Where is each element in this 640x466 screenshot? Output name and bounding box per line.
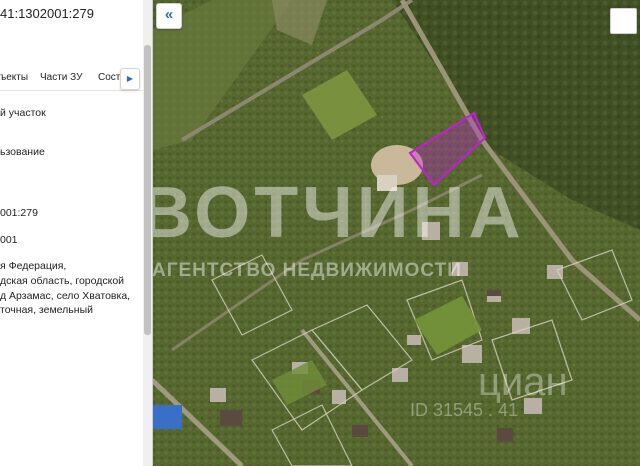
parcel-quarter: 001 <box>0 234 18 246</box>
map-control-button[interactable] <box>610 8 637 34</box>
watermark-agency-name: ВОТЧИНА <box>140 173 525 253</box>
address-line-1: я Федерация, <box>0 260 67 272</box>
watermark-cian: циан <box>478 360 568 404</box>
tab-scroll-right-button[interactable]: ▶ <box>120 68 140 90</box>
double-chevron-left-icon: « <box>164 6 174 23</box>
tab-parcel-parts[interactable]: Части ЗУ <box>40 72 82 83</box>
chevron-right-icon: ▶ <box>126 74 134 83</box>
parcel-type: й участок <box>0 107 46 119</box>
cadastral-number-title: 41:1302001:279 <box>0 6 94 21</box>
address-line-2: дская область, городской <box>0 275 125 287</box>
parcel-info-panel: 41:1302001:279 ъекты Части ЗУ Соста ▶ й … <box>0 0 153 466</box>
parcel-usage: ьзование <box>0 146 45 158</box>
parcel-cadastral-number: 001:279 <box>0 207 38 219</box>
tab-objects[interactable]: ъекты <box>0 72 28 83</box>
watermark-listing-id: ID 31545 . 41 <box>410 400 519 420</box>
watermark-agency-subtitle: АГЕНТСТВО НЕДВИЖИМОСТИ <box>152 260 462 281</box>
panel-scrollbar[interactable] <box>143 0 152 466</box>
address-line-3: д Арзамас, село Хватовка, <box>0 290 131 302</box>
address-line-4: точная, земельный <box>0 304 93 316</box>
scrollbar-thumb[interactable] <box>144 45 151 335</box>
collapse-panel-button[interactable]: « <box>156 3 182 29</box>
